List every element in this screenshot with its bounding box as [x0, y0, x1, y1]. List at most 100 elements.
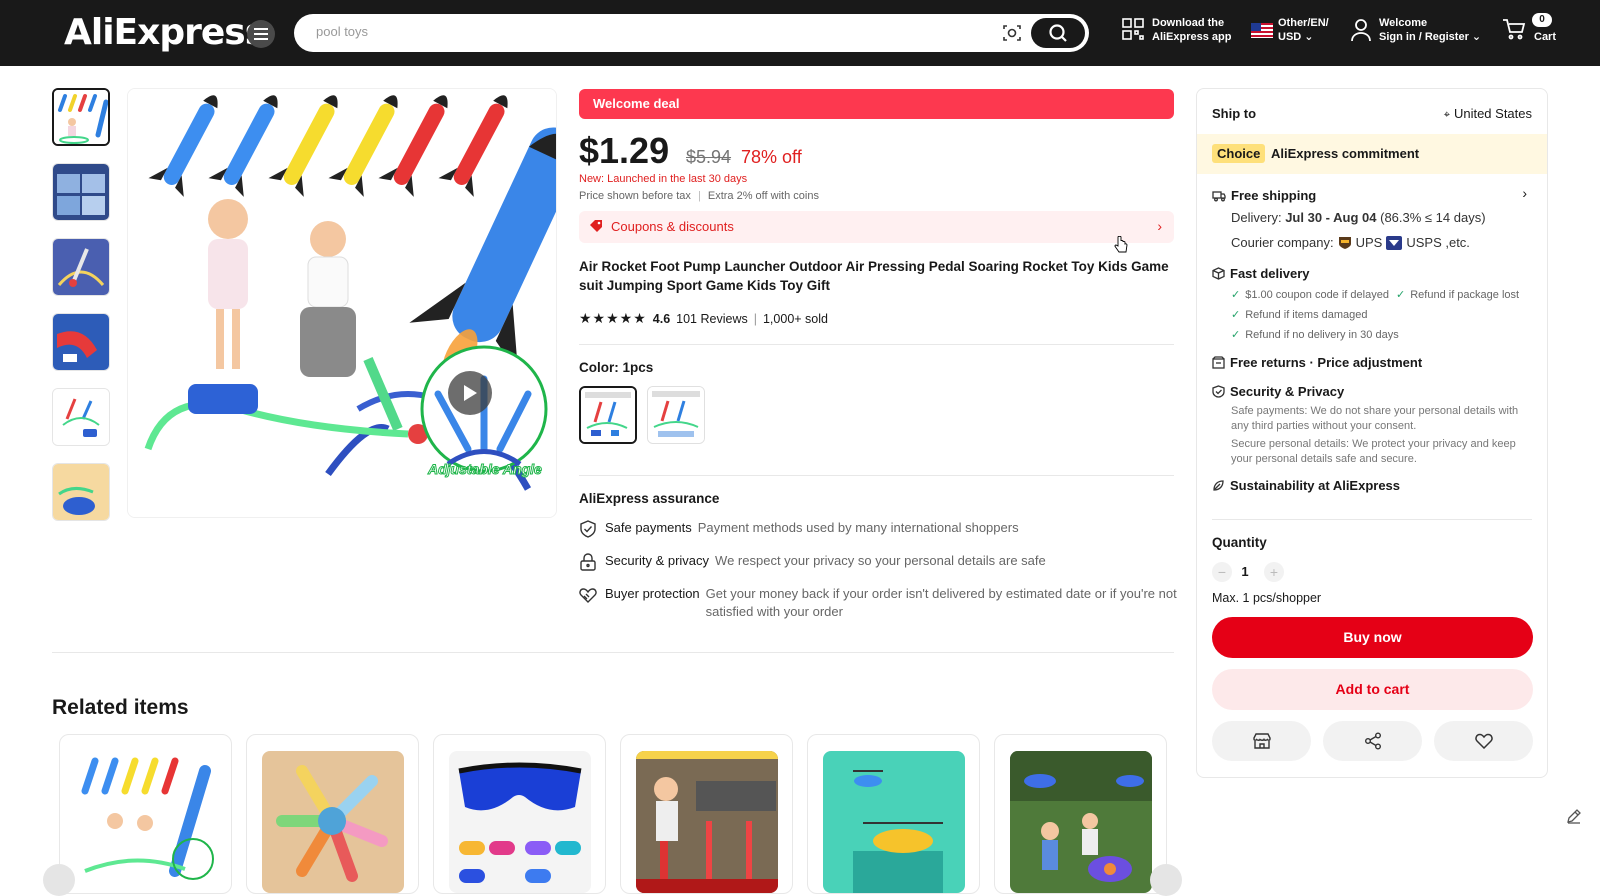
ship-country-selector[interactable]: ⌖ United States — [1444, 106, 1532, 122]
divider: | — [753, 311, 757, 326]
camera-search-icon[interactable] — [1002, 23, 1022, 48]
top-header: AliExpress pool toys Download the AliExp… — [0, 0, 1600, 66]
thumbnail-3[interactable] — [52, 238, 110, 296]
rating-row: ★★★★★ 4.6 101 Reviews | 1,000+ sold — [579, 310, 828, 327]
currency-label: USD — [1278, 31, 1302, 43]
related-item-image — [262, 751, 404, 893]
related-item-image — [636, 751, 778, 893]
scroll-left-button[interactable] — [43, 864, 75, 896]
coupons-bar[interactable]: Coupons & discounts › — [579, 211, 1174, 243]
guarantee-text: Refund if package lost — [1410, 289, 1520, 301]
related-item-card[interactable] — [620, 734, 793, 894]
play-video-button[interactable] — [448, 371, 492, 415]
thumbnail-4[interactable] — [52, 313, 110, 371]
share-button[interactable] — [1323, 721, 1422, 761]
fast-delivery-label: Fast delivery — [1230, 266, 1310, 281]
coins-label: Extra 2% off with coins — [707, 190, 819, 202]
free-returns-row: Free returns · Price adjustment — [1212, 355, 1422, 370]
related-item-card[interactable] — [807, 734, 980, 894]
divider — [579, 475, 1174, 476]
locale-line1: Other/EN/ — [1278, 17, 1329, 29]
guarantee-text: Refund if items damaged — [1245, 309, 1368, 321]
sold-count: 1,000+ sold — [762, 311, 828, 326]
thumbnail-1[interactable] — [52, 88, 110, 146]
divider — [1212, 519, 1532, 520]
menu-icon[interactable] — [247, 20, 275, 48]
aliexpress-logo[interactable]: AliExpress — [64, 12, 266, 53]
courier-ups: UPS — [1355, 235, 1383, 250]
store-button[interactable] — [1212, 721, 1311, 761]
us-flag-icon — [1251, 23, 1273, 38]
free-shipping-label: Free shipping — [1231, 188, 1317, 203]
assurance-buyer-protection: Buyer protection Get your money back if … — [579, 585, 1179, 621]
check-icon: ✓ — [1231, 329, 1241, 341]
sign-in-link[interactable]: Sign in / Register — [1379, 31, 1469, 43]
color-swatch-1[interactable] — [579, 386, 637, 444]
assurance-title: AliExpress assurance — [579, 491, 720, 506]
quantity-label: Quantity — [1212, 535, 1267, 550]
assurance-item-name: Security & privacy — [605, 553, 710, 568]
cart-label: Cart — [1534, 31, 1557, 43]
edit-icon[interactable] — [1566, 808, 1590, 832]
download-app-link[interactable]: Download the AliExpress app — [1122, 16, 1231, 44]
delivery-dates: Jul 30 - Aug 04 — [1285, 210, 1377, 225]
location-pin-icon: ⌖ — [1443, 109, 1450, 121]
quantity-value[interactable]: 1 — [1232, 564, 1258, 579]
tax-label: Price shown before tax — [579, 190, 691, 202]
thumbnail-5[interactable] — [52, 388, 110, 446]
account-menu[interactable]: Welcome Sign in / Register ⌄ — [1350, 16, 1481, 44]
related-item-image — [823, 751, 965, 893]
add-to-cart-button[interactable]: Add to cart — [1212, 669, 1533, 710]
search-input[interactable]: pool toys — [316, 24, 368, 39]
choice-badge: Choice — [1212, 144, 1266, 163]
buy-now-button[interactable]: Buy now — [1212, 617, 1533, 658]
search-button[interactable] — [1031, 18, 1085, 48]
cart-icon — [1503, 19, 1526, 40]
thumbnail-2[interactable] — [52, 163, 110, 221]
welcome-deal-banner: Welcome deal — [579, 89, 1174, 119]
delivery-rate: (86.3% ≤ 14 days) — [1380, 210, 1486, 225]
shield-icon — [1212, 385, 1225, 398]
security-desc-2: Secure personal details: We protect your… — [1231, 438, 1516, 465]
reviews-link[interactable]: 101 Reviews — [676, 312, 748, 326]
free-shipping-row[interactable]: Free shipping — [1212, 188, 1316, 203]
check-icon: ✓ — [1396, 289, 1406, 301]
chevron-right-icon[interactable]: › — [1522, 185, 1527, 201]
locale-selector[interactable]: Other/EN/ USD ⌄ — [1251, 16, 1329, 44]
guarantee-item: ✓ Refund if no delivery in 30 days — [1231, 328, 1399, 341]
original-price: $5.94 — [686, 147, 732, 167]
product-main-image[interactable]: Adjustable Angle — [127, 88, 557, 518]
scroll-right-button[interactable] — [1150, 864, 1182, 896]
download-line1: Download the — [1152, 17, 1225, 29]
color-label: Color: 1pcs — [579, 360, 654, 375]
thumbnail-6[interactable] — [52, 463, 110, 521]
return-icon — [1212, 356, 1225, 369]
related-item-card[interactable] — [994, 734, 1167, 894]
shield-check-icon — [579, 519, 605, 543]
product-title: Air Rocket Foot Pump Launcher Outdoor Ai… — [579, 259, 1169, 293]
guarantee-text: $1.00 coupon code if delayed — [1245, 289, 1389, 301]
star-rating-icon: ★★★★★ — [579, 310, 647, 326]
related-item-image — [1010, 751, 1152, 893]
assurance-item-desc: Get your money back if your order isn't … — [705, 586, 1177, 619]
sustainability-row[interactable]: Sustainability at AliExpress — [1212, 478, 1400, 493]
related-item-card[interactable] — [59, 734, 232, 894]
courier-usps: USPS ,etc. — [1406, 235, 1470, 250]
fast-delivery-row: Fast delivery — [1212, 266, 1310, 281]
quantity-increase-button[interactable]: + — [1264, 562, 1284, 582]
divider — [52, 652, 1174, 653]
quantity-decrease-button[interactable]: − — [1212, 562, 1232, 582]
new-launch-note: New: Launched in the last 30 days — [579, 173, 748, 185]
related-item-card[interactable] — [433, 734, 606, 894]
chevron-down-icon: ⌄ — [1471, 31, 1482, 43]
assurance-item-name: Buyer protection — [605, 586, 700, 601]
image-caption: Adjustable Angle — [428, 461, 543, 478]
welcome-label: Welcome — [1379, 17, 1428, 29]
related-item-card[interactable] — [246, 734, 419, 894]
coupons-label: Coupons & discounts — [611, 219, 734, 234]
search-bar[interactable]: pool toys — [294, 14, 1089, 52]
security-privacy-row: Security & Privacy — [1212, 384, 1344, 399]
wishlist-button[interactable] — [1434, 721, 1533, 761]
color-swatch-2[interactable] — [647, 386, 705, 444]
delivery-row: Delivery: Jul 30 - Aug 04 (86.3% ≤ 14 da… — [1231, 210, 1486, 225]
